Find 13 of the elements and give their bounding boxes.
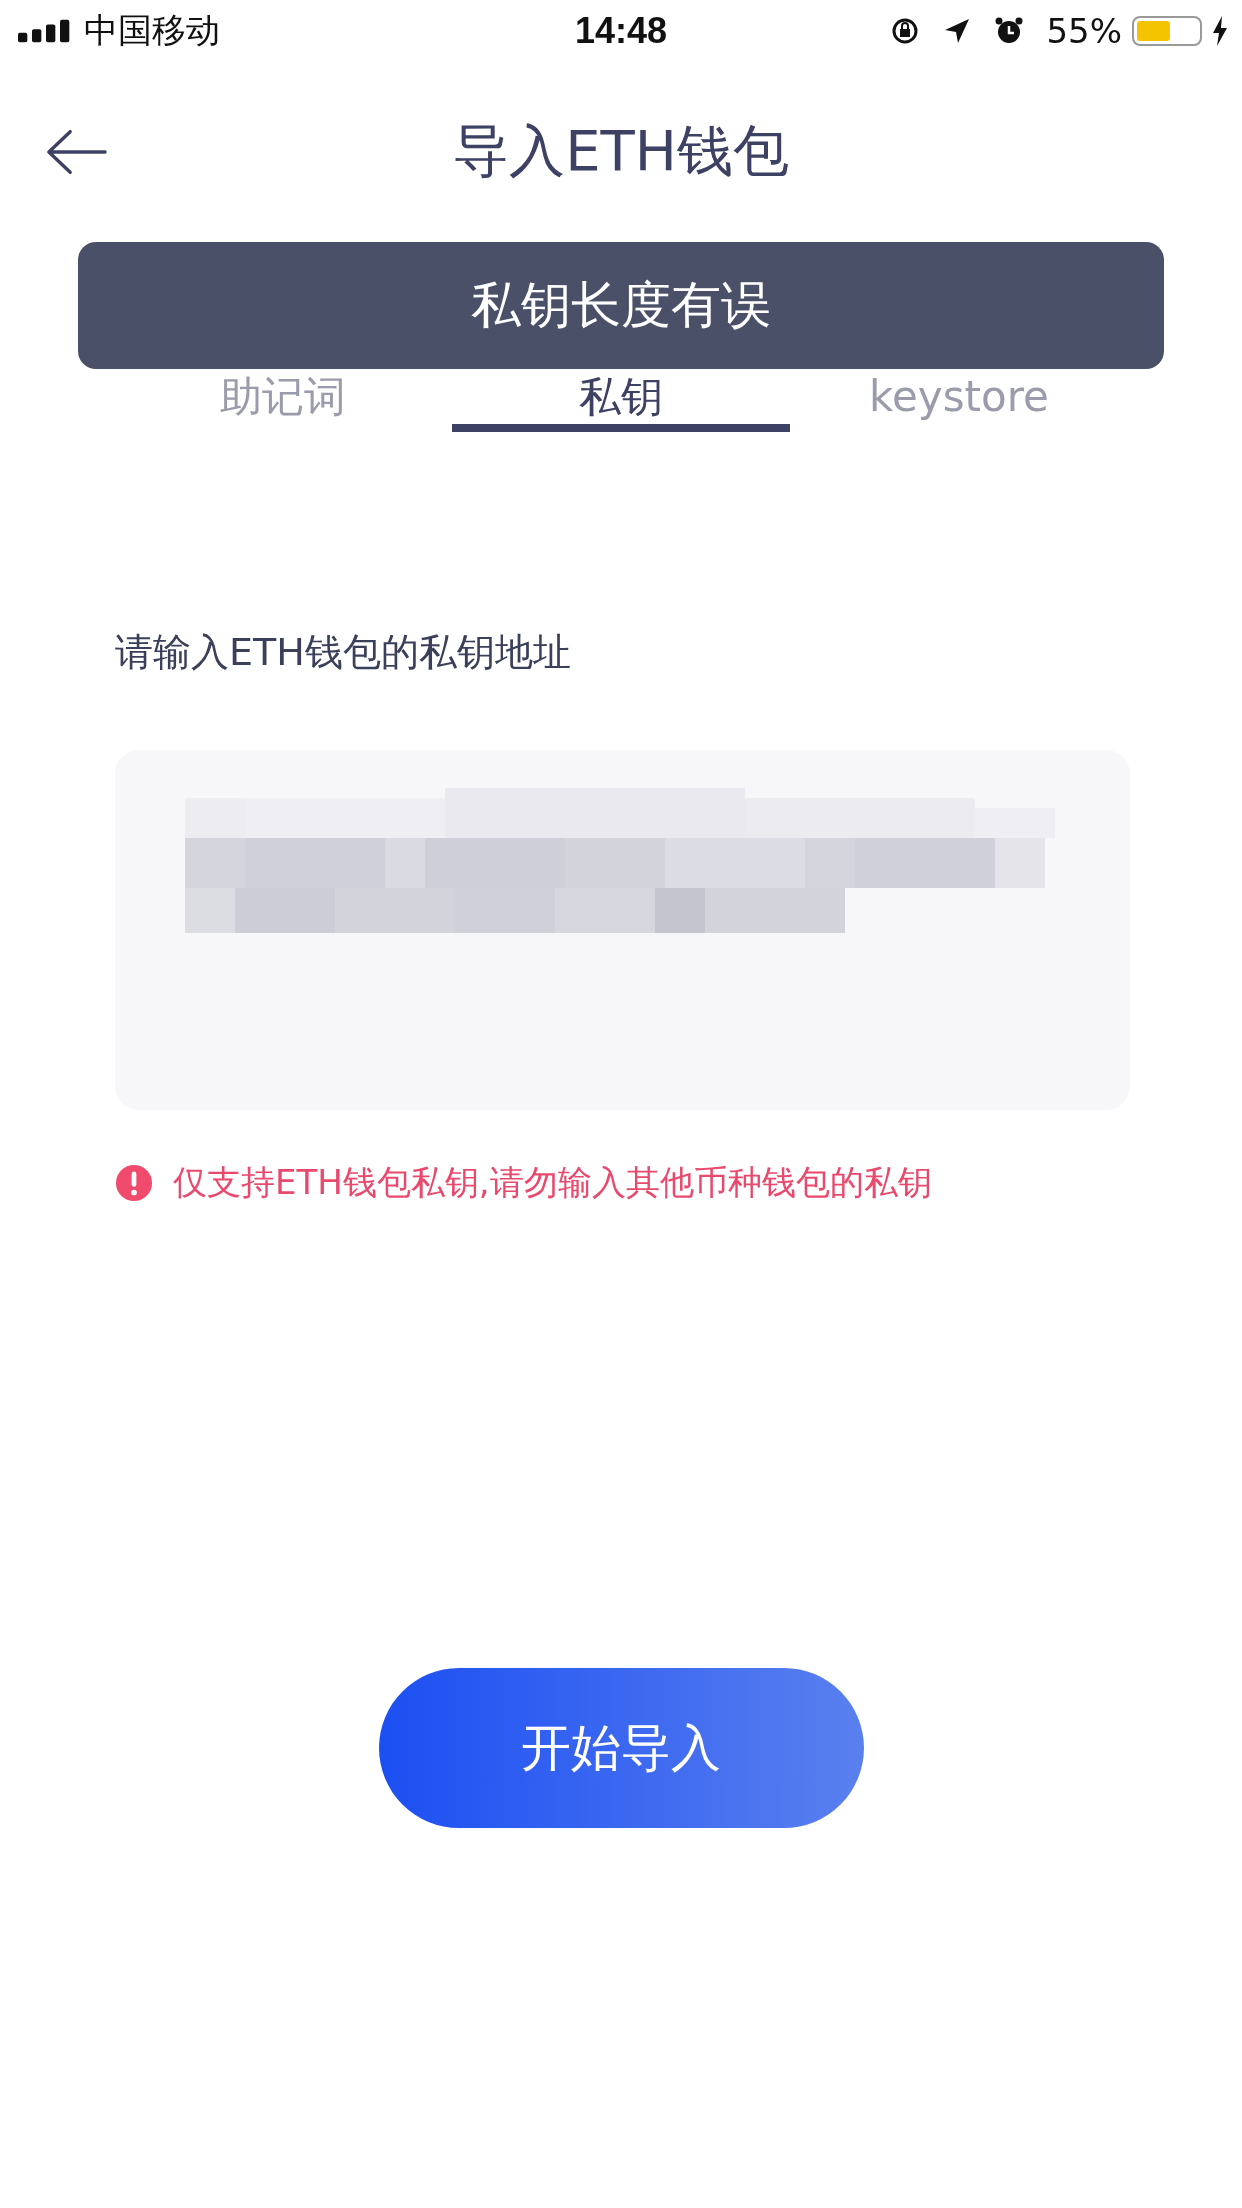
back-icon[interactable] — [45, 127, 107, 177]
page-title: 导入ETH钱包 — [453, 117, 789, 185]
alarm-icon — [994, 16, 1025, 46]
warning-icon — [115, 1164, 153, 1202]
battery-percent: 55% — [1046, 11, 1122, 51]
import-button[interactable]: 开始导入 — [378, 1668, 864, 1828]
private-key-field[interactable] — [115, 750, 1130, 1110]
carrier-name: 中国移动 — [84, 9, 220, 52]
battery-icon — [1132, 16, 1202, 46]
warning-text: 仅支持ETH钱包私钥,请勿输入其他币种钱包的私钥 — [173, 1161, 932, 1204]
field-label: 请输入ETH钱包的私钥地址 — [115, 629, 572, 676]
status-time: 14:48 — [574, 10, 668, 52]
error-toast: 私钥长度有误 — [78, 242, 1164, 369]
